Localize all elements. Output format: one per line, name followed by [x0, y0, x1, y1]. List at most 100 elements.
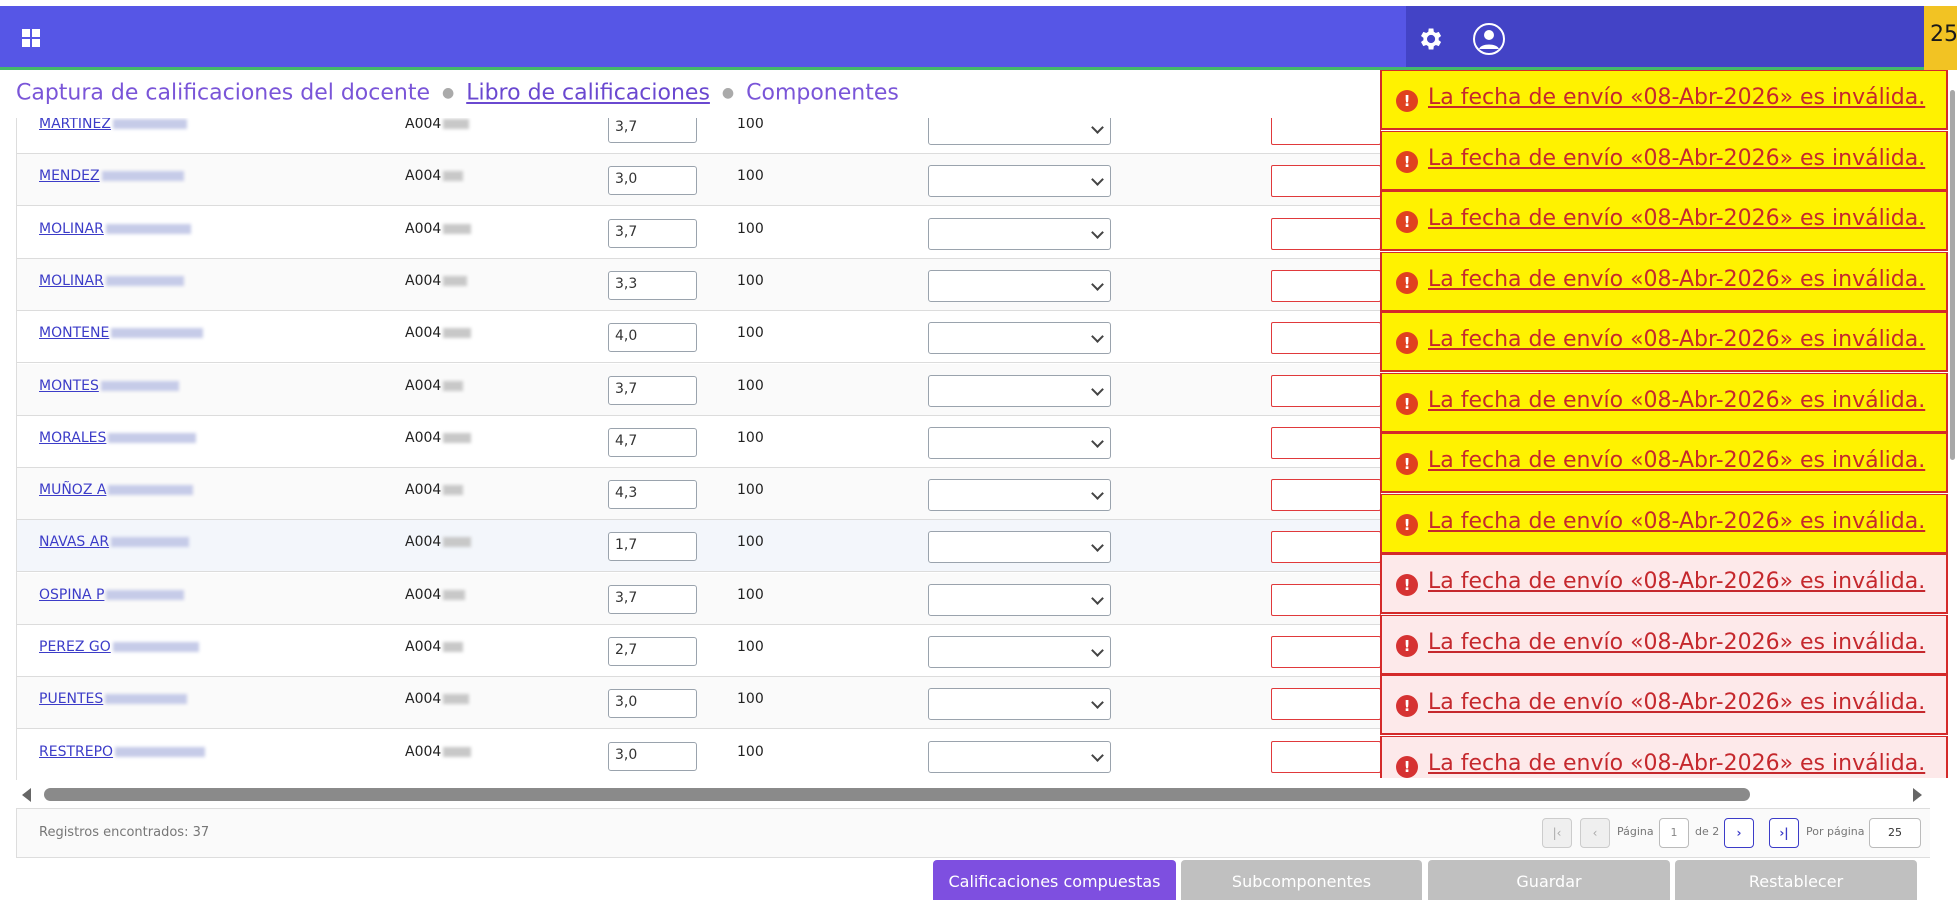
- grade-select[interactable]: [928, 531, 1111, 564]
- grade-select[interactable]: [928, 118, 1111, 145]
- notification-item[interactable]: ! La fecha de envío «08-Abr-2026» es invá…: [1380, 70, 1948, 130]
- invalid-date-field[interactable]: [1271, 374, 1381, 407]
- student-name-link[interactable]: MENDEZ: [39, 168, 184, 184]
- per-page-input[interactable]: 25: [1869, 818, 1921, 848]
- student-name-visible[interactable]: MENDEZ: [39, 168, 100, 184]
- grade-input[interactable]: 1,7: [608, 532, 697, 562]
- grade-select[interactable]: [928, 688, 1111, 721]
- student-name-link[interactable]: MONTENE: [39, 325, 204, 341]
- notification-item[interactable]: ! La fecha de envío «08-Abr-2026» es invá…: [1380, 251, 1948, 312]
- notification-item[interactable]: ! La fecha de envío «08-Abr-2026» es invá…: [1380, 493, 1948, 554]
- notification-item[interactable]: ! La fecha de envío «08-Abr-2026» es invá…: [1380, 554, 1948, 614]
- grade-select[interactable]: [928, 269, 1111, 302]
- student-name-link[interactable]: RESTREPO: [39, 744, 206, 760]
- notification-message[interactable]: La fecha de envío «08-Abr-2026» es invál…: [1428, 206, 1925, 231]
- invalid-date-field[interactable]: [1271, 118, 1381, 145]
- invalid-date-field[interactable]: [1271, 269, 1381, 302]
- grade-select[interactable]: [928, 740, 1111, 773]
- notification-message[interactable]: La fecha de envío «08-Abr-2026» es invál…: [1428, 751, 1925, 776]
- notification-scroll-thumb[interactable]: [1950, 90, 1955, 460]
- student-name-visible[interactable]: MONTENE: [39, 325, 109, 341]
- grade-select[interactable]: [928, 479, 1111, 512]
- grade-input[interactable]: 4,3: [608, 480, 697, 510]
- grade-input[interactable]: 4,0: [608, 323, 697, 353]
- grade-input[interactable]: 3,7: [608, 584, 697, 614]
- notification-message[interactable]: La fecha de envío «08-Abr-2026» es invál…: [1428, 85, 1925, 110]
- apps-grid-icon[interactable]: [22, 29, 42, 49]
- grade-input[interactable]: 3,7: [608, 218, 697, 248]
- notification-message[interactable]: La fecha de envío «08-Abr-2026» es invál…: [1428, 448, 1925, 473]
- student-name-link[interactable]: MOLINAR: [39, 273, 184, 289]
- save-button[interactable]: Guardar: [1428, 860, 1670, 900]
- invalid-date-field[interactable]: [1271, 740, 1381, 773]
- breadcrumb-item-gradebook[interactable]: Libro de calificaciones: [466, 81, 710, 106]
- composite-grades-button[interactable]: Calificaciones compuestas: [933, 860, 1176, 900]
- grade-input[interactable]: 4,7: [608, 427, 697, 457]
- student-name-link[interactable]: MONTES: [39, 378, 179, 394]
- notification-message[interactable]: La fecha de envío «08-Abr-2026» es invál…: [1428, 509, 1925, 534]
- breadcrumb-item-capture[interactable]: Captura de calificaciones del docente: [16, 81, 430, 106]
- student-name-visible[interactable]: MARTINEZ: [39, 118, 111, 132]
- first-page-button[interactable]: |‹: [1542, 818, 1572, 848]
- invalid-date-field[interactable]: [1271, 322, 1381, 355]
- grade-input[interactable]: 3,0: [608, 689, 697, 719]
- invalid-date-field[interactable]: [1271, 583, 1381, 616]
- previous-page-button[interactable]: ‹: [1580, 818, 1610, 848]
- notification-message[interactable]: La fecha de envío «08-Abr-2026» es invál…: [1428, 690, 1925, 715]
- grade-input[interactable]: 3,7: [608, 118, 697, 143]
- invalid-date-field[interactable]: [1271, 479, 1381, 512]
- scroll-right-arrow-icon[interactable]: [1913, 788, 1922, 802]
- notification-count-badge[interactable]: 25: [1924, 6, 1957, 70]
- grade-input[interactable]: 3,0: [608, 741, 697, 771]
- student-name-visible[interactable]: PUENTES: [39, 691, 103, 707]
- grade-input[interactable]: 3,7: [608, 375, 697, 405]
- horizontal-scrollbar[interactable]: [16, 780, 1930, 808]
- grade-select[interactable]: [928, 322, 1111, 355]
- student-name-link[interactable]: PEREZ GO: [39, 639, 199, 655]
- grade-select[interactable]: [928, 374, 1111, 407]
- notification-message[interactable]: La fecha de envío «08-Abr-2026» es invál…: [1428, 267, 1925, 292]
- grade-select[interactable]: [928, 165, 1111, 198]
- student-name-visible[interactable]: MOLINAR: [39, 273, 104, 289]
- notification-item[interactable]: ! La fecha de envío «08-Abr-2026» es invá…: [1380, 130, 1948, 191]
- grade-select[interactable]: [928, 636, 1111, 668]
- notification-item[interactable]: ! La fecha de envío «08-Abr-2026» es invá…: [1380, 312, 1948, 372]
- student-name-link[interactable]: NAVAS AR: [39, 534, 190, 550]
- subcomponents-button[interactable]: Subcomponentes: [1181, 860, 1422, 900]
- invalid-date-field[interactable]: [1271, 426, 1381, 459]
- student-name-link[interactable]: PUENTES: [39, 691, 188, 707]
- horizontal-scroll-thumb[interactable]: [44, 788, 1750, 801]
- reset-button[interactable]: Restablecer: [1675, 860, 1917, 900]
- student-name-visible[interactable]: RESTREPO: [39, 744, 113, 760]
- notification-message[interactable]: La fecha de envío «08-Abr-2026» es invál…: [1428, 146, 1925, 171]
- invalid-date-field[interactable]: [1271, 636, 1381, 668]
- notification-item[interactable]: ! La fecha de envío «08-Abr-2026» es invá…: [1380, 614, 1948, 675]
- invalid-date-field[interactable]: [1271, 217, 1381, 250]
- invalid-date-field[interactable]: [1271, 531, 1381, 564]
- student-name-visible[interactable]: PEREZ GO: [39, 639, 111, 655]
- notification-message[interactable]: La fecha de envío «08-Abr-2026» es invál…: [1428, 327, 1925, 352]
- grade-select[interactable]: [928, 583, 1111, 616]
- student-name-visible[interactable]: NAVAS AR: [39, 534, 109, 550]
- student-name-link[interactable]: MARTINEZ: [39, 118, 187, 132]
- grade-input[interactable]: 2,7: [608, 637, 697, 666]
- notification-item[interactable]: ! La fecha de envío «08-Abr-2026» es invá…: [1380, 675, 1948, 735]
- student-name-visible[interactable]: MOLINAR: [39, 221, 104, 237]
- notification-item[interactable]: ! La fecha de envío «08-Abr-2026» es invá…: [1380, 433, 1948, 493]
- invalid-date-field[interactable]: [1271, 165, 1381, 198]
- invalid-date-field[interactable]: [1271, 688, 1381, 721]
- student-name-link[interactable]: MORALES: [39, 430, 197, 446]
- notification-message[interactable]: La fecha de envío «08-Abr-2026» es invál…: [1428, 569, 1925, 594]
- student-name-link[interactable]: OSPINA P: [39, 587, 185, 603]
- student-name-link[interactable]: MUÑOZ A: [39, 482, 194, 498]
- grade-select[interactable]: [928, 426, 1111, 459]
- student-name-visible[interactable]: OSPINA P: [39, 587, 104, 603]
- page-number-input[interactable]: 1: [1659, 818, 1689, 848]
- grade-select[interactable]: [928, 217, 1111, 250]
- grade-input[interactable]: 3,3: [608, 270, 697, 300]
- notification-message[interactable]: La fecha de envío «08-Abr-2026» es invál…: [1428, 388, 1925, 413]
- last-page-button[interactable]: ›|: [1769, 818, 1799, 848]
- grade-input[interactable]: 3,0: [608, 166, 697, 196]
- student-name-visible[interactable]: MORALES: [39, 430, 106, 446]
- notification-scrollbar[interactable]: [1948, 70, 1957, 778]
